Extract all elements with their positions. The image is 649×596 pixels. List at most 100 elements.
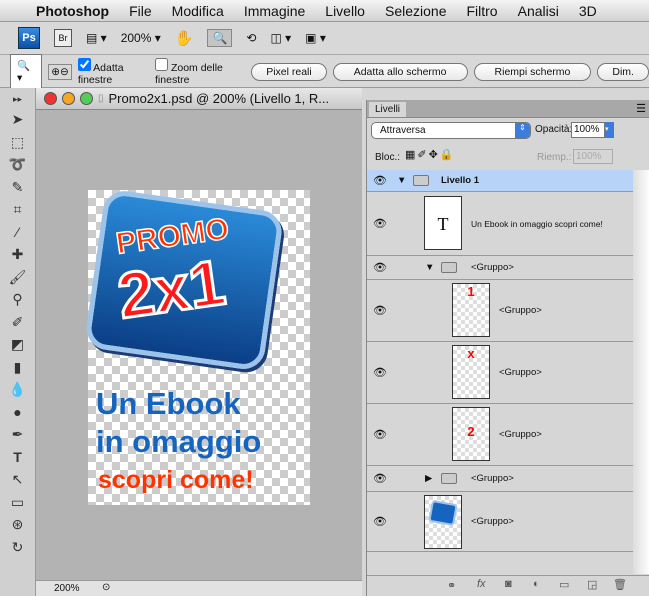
gradient-tool-icon[interactable]: ▮ — [0, 356, 35, 379]
minimize-button[interactable] — [62, 92, 75, 105]
adatta-finestre-checkbox[interactable]: Adatta finestre — [77, 57, 149, 86]
eyedropper-tool-icon[interactable]: ⁄ — [0, 221, 35, 244]
fx-icon[interactable]: fx — [477, 578, 486, 590]
arrange-documents-button[interactable]: ◫ ▾ — [270, 31, 291, 45]
document-title: Promo2x1.psd @ 200% (Livello 1, R... — [108, 91, 330, 106]
menu-file[interactable]: File — [129, 3, 152, 19]
adatta-schermo-button[interactable]: Adatta allo schermo — [332, 62, 468, 81]
healing-tool-icon[interactable]: ✚ — [0, 243, 35, 266]
opacity-input[interactable]: 100% — [571, 122, 605, 138]
2x1-text: 2x1 — [112, 244, 231, 333]
path-select-icon[interactable]: ↖ — [0, 468, 35, 491]
menu-selezione[interactable]: Selezione — [385, 3, 447, 19]
opacity-dropdown[interactable]: ▾ — [605, 122, 614, 138]
dodge-tool-icon[interactable]: ● — [0, 401, 35, 424]
link-layers-icon[interactable]: ⚭ — [447, 579, 456, 592]
expand-triangle-icon[interactable]: ▼ — [397, 175, 406, 186]
menu-3d[interactable]: 3D — [579, 3, 597, 19]
menu-modifica[interactable]: Modifica — [172, 3, 224, 19]
menu-immagine[interactable]: Immagine — [244, 3, 305, 19]
new-layer-icon[interactable]: ◲ — [587, 578, 597, 591]
menu-livello[interactable]: Livello — [325, 3, 365, 19]
tool-preset-picker[interactable]: 🔍 ▾ — [10, 54, 43, 89]
visibility-eye-icon[interactable]: 👁 — [371, 304, 389, 317]
blend-mode-select[interactable]: Attraversa ⇕ — [371, 122, 531, 139]
visibility-eye-icon[interactable]: 👁 — [371, 515, 389, 528]
visibility-eye-icon[interactable]: 👁 — [371, 217, 389, 230]
3d-orbit-icon[interactable]: ↻ — [0, 536, 35, 559]
history-brush-icon[interactable]: ✐ — [0, 311, 35, 334]
bridge-button[interactable]: Br — [54, 29, 72, 47]
rotate-view-icon[interactable]: ⟲ — [246, 31, 256, 45]
status-bar: 200% ⊙ — [36, 580, 362, 596]
lasso-tool-icon[interactable]: ➰ — [0, 153, 35, 176]
layer-row-text[interactable]: 👁 T Un Ebook in omaggio scopri come! — [367, 192, 633, 256]
adjustment-layer-icon[interactable]: ◐ — [533, 578, 540, 590]
quick-select-tool-icon[interactable]: ✎ — [0, 176, 35, 199]
layer-row-group[interactable]: 👁 ▼ <Gruppo> — [367, 256, 633, 280]
stamp-tool-icon[interactable]: ⚲ — [0, 288, 35, 311]
layer-row-group-collapsed[interactable]: 👁 ▶ <Gruppo> — [367, 466, 633, 492]
visibility-eye-icon[interactable]: 👁 — [371, 472, 389, 485]
tab-livelli[interactable]: Livelli — [369, 102, 407, 117]
layer-row-group-1[interactable]: 👁 1 <Gruppo> — [367, 280, 633, 342]
layer-name: <Gruppo> — [471, 516, 514, 527]
zoom-tool-icon[interactable]: 🔍 — [207, 29, 233, 47]
hand-tool-icon[interactable]: ✋ — [175, 29, 194, 47]
visibility-eye-icon[interactable]: 👁 — [371, 366, 389, 379]
zoom-in-out-icons[interactable]: ⊕⊖ — [48, 63, 72, 80]
dimensione-stampa-button[interactable]: Dim. — [597, 62, 649, 81]
visibility-eye-icon[interactable]: 👁 — [371, 261, 389, 274]
marquee-tool-icon[interactable]: ⬚ — [0, 131, 35, 154]
menu-filtro[interactable]: Filtro — [466, 3, 497, 19]
expand-triangle-icon[interactable]: ▼ — [425, 262, 434, 273]
riempi-schermo-button[interactable]: Riempi schermo — [473, 62, 592, 81]
close-button[interactable] — [44, 92, 57, 105]
panel-menu-icon[interactable]: ☰ — [636, 102, 646, 115]
zoom-button[interactable] — [80, 92, 93, 105]
new-group-icon[interactable]: ▭ — [559, 578, 569, 591]
eraser-tool-icon[interactable]: ◩ — [0, 333, 35, 356]
menu-analisi[interactable]: Analisi — [518, 3, 559, 19]
trash-icon[interactable]: 🗑 — [613, 578, 627, 591]
lock-icons[interactable]: ▦✐✥🔒 — [405, 148, 456, 161]
layers-scrollbar[interactable] — [633, 170, 649, 574]
fill-input[interactable]: 100% — [573, 149, 613, 164]
layer-mask-icon[interactable]: ◙ — [505, 578, 512, 590]
status-menu-icon[interactable]: ⊙ — [102, 582, 110, 593]
menu-photoshop[interactable]: Photoshop — [36, 3, 109, 19]
zoom-field[interactable]: 200% — [54, 583, 80, 594]
art-line2: in omaggio — [96, 424, 262, 459]
layer-thumb — [424, 495, 462, 549]
3d-rotate-icon[interactable]: ⊛ — [0, 513, 35, 536]
document-window: ▯ Promo2x1.psd @ 200% (Livello 1, R... P… — [36, 88, 362, 596]
layer-row-group-x[interactable]: 👁 x <Gruppo> — [367, 342, 633, 404]
layer-name: <Gruppo> — [499, 429, 542, 440]
layer-row-livello1[interactable]: 👁 ▼ Livello 1 — [367, 170, 633, 192]
type-tool-icon[interactable]: T — [0, 446, 35, 469]
visibility-eye-icon[interactable]: 👁 — [371, 428, 389, 441]
screen-mode-button[interactable]: ▣ ▾ — [305, 31, 326, 45]
zoom-finestre-checkbox[interactable]: Zoom delle finestre — [155, 57, 245, 86]
blur-tool-icon[interactable]: 💧 — [0, 378, 35, 401]
lock-label: Bloc.: — [375, 152, 401, 163]
visibility-eye-icon[interactable]: 👁 — [371, 174, 389, 187]
layers-footer: ⚭ fx ◙ ◐ ▭ ◲ 🗑 — [367, 575, 649, 596]
folder-icon — [413, 175, 429, 186]
expand-triangle-icon[interactable]: ▶ — [425, 473, 432, 484]
layer-row-group-badge[interactable]: 👁 <Gruppo> — [367, 492, 633, 552]
pixel-reali-button[interactable]: Pixel reali — [251, 62, 327, 81]
layer-name: <Gruppo> — [499, 305, 542, 316]
panel-tab-bar: Livelli ☰ — [367, 100, 649, 118]
art-line1: Un Ebook — [96, 386, 241, 421]
collapse-icon[interactable]: ▸▸ — [0, 88, 35, 108]
shape-tool-icon[interactable]: ▭ — [0, 491, 35, 514]
zoom-level-dropdown[interactable]: 200% ▾ — [121, 31, 161, 45]
layer-thumb: 1 — [452, 283, 490, 337]
pen-tool-icon[interactable]: ✒ — [0, 423, 35, 446]
move-tool-icon[interactable]: ➤ — [0, 108, 35, 131]
brush-tool-icon[interactable]: 🖌 — [0, 266, 35, 289]
layer-row-group-2[interactable]: 👁 2 <Gruppo> — [367, 404, 633, 466]
crop-tool-icon[interactable]: ⌗ — [0, 198, 35, 221]
view-extras-button[interactable]: ▤ ▾ — [86, 31, 107, 45]
